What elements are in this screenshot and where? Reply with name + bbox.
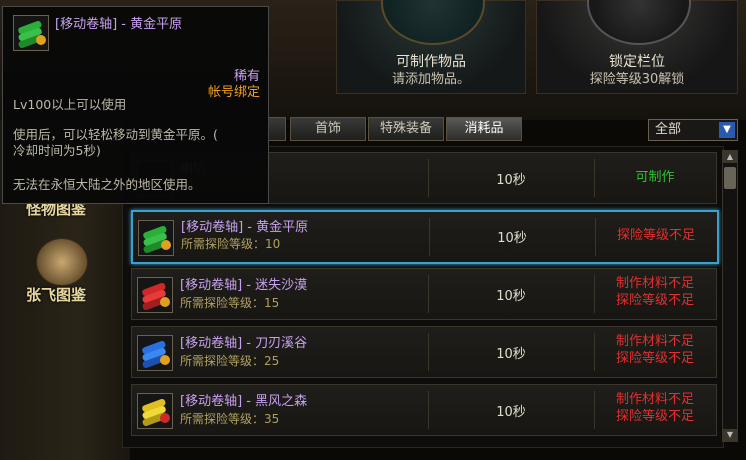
recipe-status: 制作材料不足 探险等级不足 <box>594 391 716 425</box>
recipe-status: 制作材料不足 探险等级不足 <box>594 275 716 309</box>
zhangfei-codex-icon <box>36 238 88 286</box>
tooltip-description-line-1: 使用后，可以轻松移动到黄金平原。( <box>13 127 218 142</box>
tooltip-level-requirement: Lv100以上可以使用 <box>13 97 127 112</box>
scroll-green-icon <box>138 220 174 256</box>
recipe-status-materials: 制作材料不足 <box>615 276 694 291</box>
recipe-craft-time: 10秒 <box>496 173 526 188</box>
scroll-green-icon <box>13 15 49 51</box>
recipe-status: 可制作 <box>635 170 675 185</box>
recipe-item-requirement: 所需探险等级：10 <box>181 237 281 251</box>
craft-slot-subtitle: 请添加物品。 <box>391 72 470 87</box>
locked-slot-panel: 锁定栏位 探险等级30解锁 <box>536 0 738 94</box>
tooltip-item-name: [移动卷轴] - 黄金平原 <box>55 17 183 32</box>
chain-lock-icon <box>587 0 691 45</box>
recipe-status-materials: 制作材料不足 <box>615 334 694 349</box>
recipe-item-name: [移动卷轴] - 黑风之森 <box>180 394 308 409</box>
recipe-row[interactable]: [移动卷轴] - 迷失沙漠 所需探险等级：15 10秒 制作材料不足 探险等级不… <box>131 268 717 320</box>
recipe-item-name: [移动卷轴] - 刀刃溪谷 <box>180 336 308 351</box>
recipe-craft-time: 10秒 <box>496 347 526 362</box>
tooltip-binding: 帐号绑定 <box>207 85 260 100</box>
tooltip-restriction: 无法在永恒大陆之外的地区使用。 <box>13 177 201 192</box>
recipe-row-selected[interactable]: [移动卷轴] - 黄金平原 所需探险等级：10 10秒 探险等级不足 <box>131 210 719 264</box>
recipe-item-name: [移动卷轴] - 迷失沙漠 <box>180 278 308 293</box>
scroll-blue-icon <box>137 335 173 371</box>
nav-zhangfei-codex[interactable]: 张飞图鉴 <box>26 232 106 312</box>
recipe-craft-time: 10秒 <box>496 289 526 304</box>
tab-special-equipment[interactable]: 特殊装备 <box>368 117 444 141</box>
recipe-row[interactable]: [移动卷轴] - 刀刃溪谷 所需探险等级：25 10秒 制作材料不足 探险等级不… <box>131 326 717 378</box>
craft-slot-emblem-icon <box>381 0 485 45</box>
scroll-up-icon[interactable]: ▲ <box>723 151 737 163</box>
recipe-item-requirement: 所需探险等级：15 <box>180 296 280 310</box>
tooltip-description-line-2: 冷却时间为5秒) <box>13 143 101 158</box>
tab-partial[interactable] <box>268 117 286 141</box>
recipe-status: 探险等级不足 <box>616 228 695 243</box>
recipe-status-level: 探险等级不足 <box>615 351 694 366</box>
category-filter-value: 全部 <box>655 122 682 137</box>
nav-zhangfei-codex-label: 张飞图鉴 <box>26 286 87 304</box>
recipe-craft-time: 10秒 <box>496 405 526 420</box>
recipe-item-requirement: 所需探险等级：35 <box>180 412 280 426</box>
recipe-item-name: [移动卷轴] - 黄金平原 <box>181 220 309 235</box>
tab-consumables[interactable]: 消耗品 <box>446 117 522 141</box>
scroll-yellow-icon <box>137 393 173 429</box>
scrollbar-thumb[interactable] <box>724 167 736 189</box>
craft-slot-panel[interactable]: 可制作物品 请添加物品。 <box>336 0 526 94</box>
recipe-item-requirement: 所需探险等级：25 <box>180 354 280 368</box>
recipe-row[interactable]: [移动卷轴] - 黑风之森 所需探险等级：35 10秒 制作材料不足 探险等级不… <box>131 384 717 436</box>
category-filter-select[interactable]: 全部 ▼ <box>648 119 738 141</box>
scroll-down-icon[interactable]: ▼ <box>723 429 737 441</box>
recipe-list-scrollbar[interactable]: ▲ ▼ <box>722 150 738 442</box>
tab-accessory[interactable]: 首饰 <box>290 117 366 141</box>
chevron-down-icon[interactable]: ▼ <box>719 122 735 138</box>
locked-slot-subtitle: 探险等级30解锁 <box>589 72 685 87</box>
recipe-status-materials: 制作材料不足 <box>615 392 694 407</box>
recipe-status-level: 探险等级不足 <box>615 293 694 308</box>
recipe-status: 制作材料不足 探险等级不足 <box>594 333 716 367</box>
scroll-red-icon <box>137 277 173 313</box>
recipe-craft-time: 10秒 <box>497 231 527 246</box>
item-tooltip: [移动卷轴] - 黄金平原 稀有 帐号绑定 Lv100以上可以使用 使用后，可以… <box>2 6 269 204</box>
recipe-status-level: 探险等级不足 <box>615 409 694 424</box>
